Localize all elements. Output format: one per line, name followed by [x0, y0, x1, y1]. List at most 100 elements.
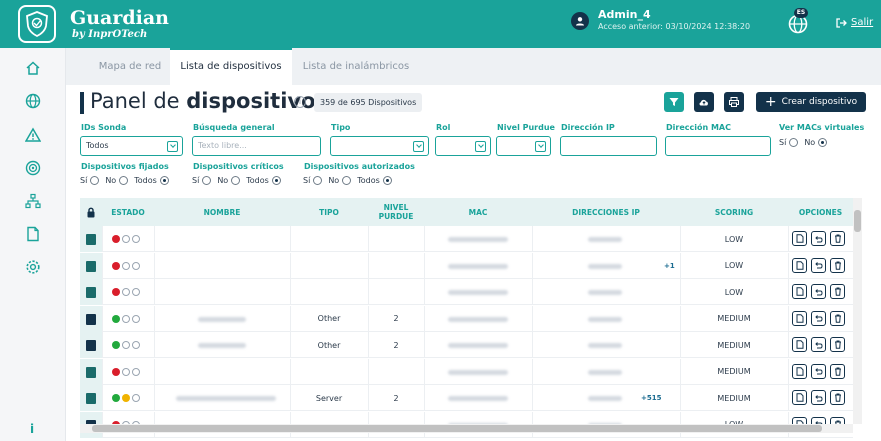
autorizados-todos-radio[interactable] [382, 176, 392, 185]
delete-button[interactable] [830, 257, 845, 273]
network-icon[interactable] [24, 192, 42, 210]
more-ips-link[interactable]: +1 [664, 262, 675, 270]
tipo-column-header[interactable]: TIPO [290, 198, 368, 226]
view-details-button[interactable] [792, 231, 807, 246]
create-device-button[interactable]: + Crear dispositivo [756, 92, 866, 112]
alert-icon[interactable] [24, 126, 42, 144]
printer-icon [729, 97, 739, 107]
table-row[interactable]: LOW [80, 226, 853, 252]
row-lock-cell[interactable] [80, 385, 102, 411]
delete-button[interactable] [830, 337, 845, 352]
view-details-button[interactable] [792, 337, 807, 352]
row-lock-cell[interactable] [80, 332, 102, 358]
upload-button[interactable] [694, 92, 714, 112]
delete-button[interactable] [830, 231, 845, 246]
view-details-button[interactable] [792, 390, 807, 405]
undo-button[interactable] [811, 310, 826, 326]
table-row[interactable]: MEDIUM [80, 358, 853, 385]
radar-icon[interactable] [24, 159, 42, 177]
view-details-button[interactable] [792, 284, 807, 299]
row-lock-cell[interactable] [80, 358, 102, 385]
direccion-ip-input[interactable] [560, 136, 657, 156]
delete-button[interactable] [830, 363, 845, 379]
undo-button[interactable] [811, 257, 826, 273]
vertical-scrollbar[interactable] [853, 198, 862, 424]
undo-icon [815, 288, 823, 295]
device-purdue-level [368, 226, 424, 252]
settings-icon[interactable] [24, 258, 42, 276]
row-options [792, 310, 849, 326]
guardian-logo[interactable] [18, 5, 56, 43]
delete-button[interactable] [830, 284, 845, 299]
ver-macs-si-radio[interactable] [789, 138, 799, 147]
row-lock-cell[interactable] [80, 252, 102, 279]
undo-button[interactable] [811, 231, 826, 246]
autorizados-no-radio[interactable] [342, 176, 352, 185]
logout-link[interactable]: Salir [836, 17, 873, 28]
info-icon[interactable]: i [294, 96, 306, 108]
fijados-si-radio[interactable] [90, 176, 100, 185]
device-name-redacted[interactable] [198, 316, 246, 322]
tab-lista-de-dispositivos[interactable]: Lista de dispositivos [170, 48, 292, 85]
vertical-scroll-thumb[interactable] [854, 210, 861, 232]
rol-select[interactable] [435, 136, 491, 156]
lock-column-header[interactable] [80, 198, 102, 226]
delete-button[interactable] [830, 390, 845, 405]
export-button[interactable] [724, 92, 744, 112]
ver-macs-no-radio[interactable] [818, 138, 828, 147]
more-ips-link[interactable]: +515 [641, 394, 661, 402]
info-icon[interactable]: i [30, 422, 34, 436]
direccion-mac-input[interactable] [665, 136, 771, 156]
table-row[interactable]: LOW [80, 279, 853, 305]
status-dot [112, 261, 120, 270]
undo-button[interactable] [811, 337, 826, 352]
tab-lista-de-inalambricos[interactable]: Lista de inalámbricos [292, 48, 420, 85]
mac-column-header[interactable]: MAC [424, 198, 532, 226]
criticos-no-radio[interactable] [231, 176, 241, 185]
table-row[interactable]: +1 LOW [80, 252, 853, 279]
device-name-redacted[interactable] [176, 396, 276, 401]
view-details-button[interactable] [792, 257, 807, 273]
tab-mapa-de-red[interactable]: Mapa de red [80, 48, 180, 85]
row-lock-cell[interactable] [80, 305, 102, 332]
row-lock-cell[interactable] [80, 226, 102, 252]
row-lock-cell[interactable] [80, 279, 102, 305]
home-icon[interactable] [24, 59, 42, 77]
horizontal-scrollbar[interactable] [80, 424, 853, 433]
undo-button[interactable] [811, 363, 826, 379]
fijados-todos-radio[interactable] [159, 176, 169, 185]
view-details-button[interactable] [792, 310, 807, 326]
delete-button[interactable] [830, 310, 845, 326]
user-info[interactable]: Admin_4 Acceso anterior: 03/10/2024 12:3… [571, 9, 750, 32]
undo-button[interactable] [811, 390, 826, 405]
filter-clear-button[interactable] [664, 92, 684, 112]
search-input[interactable]: Texto libre... [192, 136, 321, 156]
status-dot [132, 314, 140, 323]
opciones-column-header[interactable]: OPCIONES [788, 198, 853, 226]
device-purdue-level [368, 253, 424, 279]
undo-button[interactable] [811, 284, 826, 299]
criticos-si-radio[interactable] [202, 176, 212, 185]
nombre-column-header[interactable]: NOMBRE [154, 198, 290, 226]
scoring-column-header[interactable]: SCORING [680, 198, 788, 226]
view-details-button[interactable] [792, 363, 807, 379]
criticos-todos-radio[interactable] [271, 176, 281, 185]
estado-column-header[interactable]: ESTADO [102, 198, 154, 226]
table-row[interactable]: Other 2 MEDIUM [80, 305, 853, 332]
horizontal-scroll-thumb[interactable] [92, 425, 822, 432]
ver-macs-no-label: No [804, 138, 816, 147]
ids-sonda-select[interactable]: Todos [80, 136, 183, 156]
device-type [290, 279, 368, 305]
device-name-redacted[interactable] [198, 343, 246, 348]
autorizados-si-radio[interactable] [313, 176, 323, 185]
nivel-purdue-select[interactable] [496, 136, 551, 156]
tipo-select[interactable] [330, 136, 429, 156]
ver-macs-radios: Sí No [779, 138, 833, 147]
globe-icon[interactable] [24, 92, 42, 110]
nivel-purdue-column-header[interactable]: NIVEL PURDUE [368, 198, 424, 226]
document-icon[interactable] [24, 225, 42, 243]
table-row[interactable]: Server 2 +515 MEDIUM [80, 385, 853, 411]
table-row[interactable]: Other 2 MEDIUM [80, 332, 853, 358]
direcciones-ip-column-header[interactable]: DIRECCIONES IP [532, 198, 680, 226]
fijados-no-radio[interactable] [119, 176, 129, 185]
